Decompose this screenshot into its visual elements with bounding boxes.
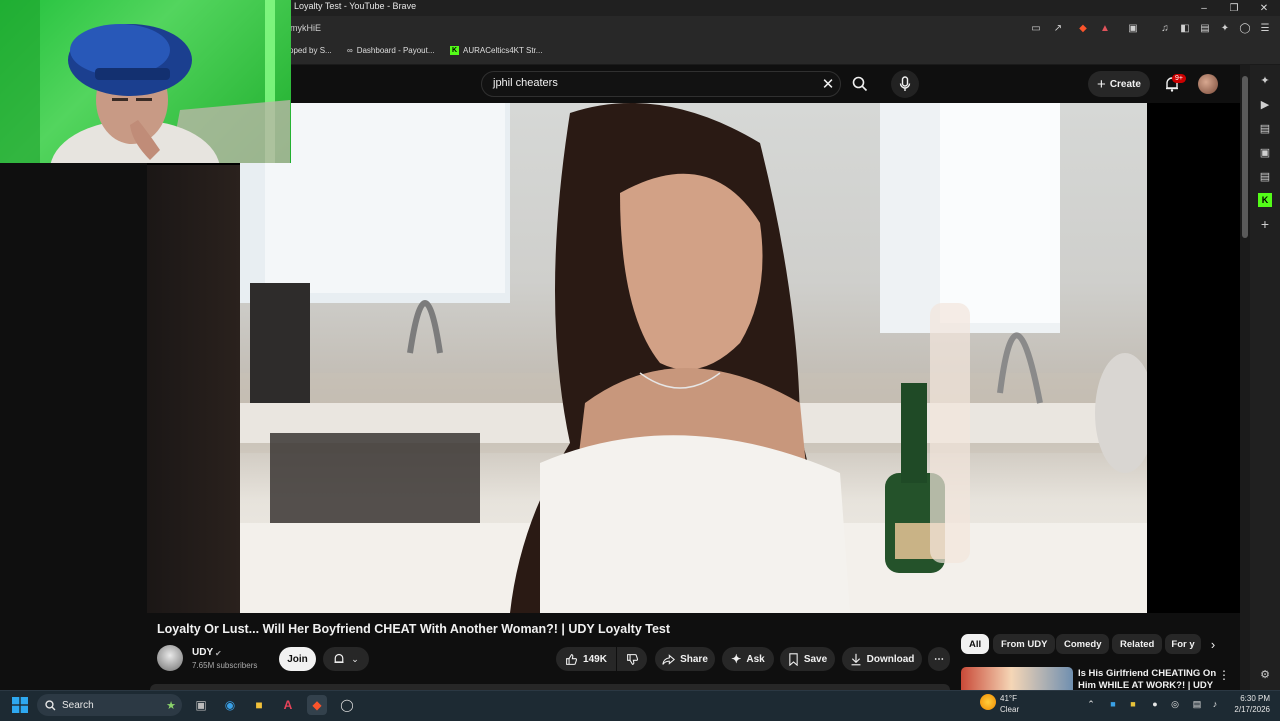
close-window-button[interactable]: ✕ bbox=[1250, 0, 1278, 16]
wallet-icon[interactable]: ▤ bbox=[1198, 21, 1212, 35]
restore-button[interactable]: ❐ bbox=[1220, 0, 1248, 16]
edge-icon[interactable]: ◉ bbox=[220, 695, 240, 715]
scrollbar-thumb[interactable] bbox=[1242, 76, 1248, 238]
chip-for-you[interactable]: For y bbox=[1165, 634, 1201, 654]
video-frame[interactable] bbox=[240, 103, 1147, 613]
webcam-overlay bbox=[0, 0, 291, 163]
weather-icon[interactable] bbox=[980, 694, 996, 710]
download-icon bbox=[851, 653, 861, 665]
microphone-tray-icon[interactable]: ● bbox=[1148, 697, 1162, 711]
subscriber-count: 7.65M subscribers bbox=[192, 661, 258, 670]
tray-app-icon[interactable]: ■ bbox=[1126, 697, 1140, 711]
ask-button[interactable]: ✦ Ask bbox=[722, 647, 774, 671]
adobe-icon[interactable]: A bbox=[278, 695, 298, 715]
address-bar-url[interactable]: mykHiE bbox=[290, 23, 321, 33]
thumbs-down-icon bbox=[626, 653, 638, 665]
file-explorer-icon[interactable]: ■ bbox=[249, 695, 269, 715]
sidebar-toggle-icon[interactable]: ◧ bbox=[1178, 21, 1192, 35]
volume-icon[interactable]: ♪ bbox=[1208, 697, 1222, 711]
recommendation-menu-icon[interactable]: ⋮ bbox=[1218, 668, 1230, 682]
obs-icon[interactable]: ◯ bbox=[337, 695, 357, 715]
video-title: Loyalty Or Lust... Will Her Boyfriend CH… bbox=[157, 622, 671, 636]
add-sidebar-item-icon[interactable]: + bbox=[1258, 216, 1272, 232]
leo-ai-icon[interactable]: ✦ bbox=[1218, 21, 1232, 35]
reading-list-icon[interactable]: ▤ bbox=[1258, 169, 1272, 183]
window-title: Loyalty Test - YouTube - Brave bbox=[294, 1, 417, 11]
share-page-icon[interactable]: ↗ bbox=[1051, 21, 1065, 35]
task-view-icon[interactable]: ▣ bbox=[191, 695, 211, 715]
media-sidebar-icon[interactable]: ▶ bbox=[1258, 97, 1272, 111]
channel-name[interactable]: UDY bbox=[192, 647, 213, 658]
tab-manager-icon[interactable]: ▣ bbox=[1126, 21, 1140, 35]
share-button[interactable]: Share bbox=[655, 647, 715, 671]
show-hidden-icons-icon[interactable]: ⌃ bbox=[1084, 697, 1098, 711]
bookmark-item[interactable]: ∞ Dashboard - Payout... bbox=[347, 46, 435, 55]
kick-sidebar-icon[interactable]: K bbox=[1258, 193, 1272, 207]
kick-logo-icon: K bbox=[450, 46, 459, 55]
subscription-bell-button[interactable]: ⌄ bbox=[323, 647, 369, 671]
vpn-icon[interactable]: ◯ bbox=[1238, 21, 1252, 35]
brave-taskbar-icon[interactable]: ◆ bbox=[307, 695, 327, 715]
bell-icon bbox=[334, 653, 344, 663]
join-button[interactable]: Join bbox=[279, 647, 316, 671]
taskbar-search-label: Search bbox=[62, 699, 94, 711]
dislike-button[interactable] bbox=[617, 647, 647, 671]
sidebar-settings-gear-icon[interactable]: ⚙ bbox=[1258, 667, 1272, 681]
thumbs-up-icon bbox=[566, 653, 578, 665]
network-icon[interactable]: ▤ bbox=[1190, 697, 1204, 711]
ambient-panel bbox=[147, 165, 240, 613]
download-button[interactable]: Download bbox=[842, 647, 922, 671]
search-highlight-icon: ★ bbox=[166, 699, 176, 712]
search-input-value[interactable]: jphil cheaters bbox=[493, 77, 558, 89]
bookmark-icon bbox=[789, 652, 798, 666]
chevron-right-icon[interactable]: › bbox=[1205, 636, 1221, 652]
chip-all[interactable]: All bbox=[961, 634, 990, 654]
cast-icon[interactable]: ▭ bbox=[1029, 21, 1043, 35]
bookmark-item[interactable]: K AURACeltics4KT Str... bbox=[450, 46, 542, 55]
more-actions-icon[interactable]: ⋯ bbox=[928, 647, 950, 671]
leo-sidebar-icon[interactable]: ✦ bbox=[1258, 73, 1272, 87]
weather-condition: Clear bbox=[1000, 705, 1020, 714]
brave-rewards-icon[interactable]: ▲ bbox=[1098, 21, 1112, 35]
clock-date[interactable]: 2/17/2026 bbox=[1226, 705, 1270, 714]
recommendation-title[interactable]: Is His Girlfriend CHEATING On Him WHILE … bbox=[1078, 668, 1218, 690]
video-scene-image bbox=[240, 103, 1147, 613]
taskbar-search[interactable]: Search ★ bbox=[37, 694, 182, 716]
save-button[interactable]: Save bbox=[780, 647, 835, 671]
channel-avatar[interactable] bbox=[157, 645, 183, 671]
tray-app-icon[interactable]: ◎ bbox=[1168, 697, 1182, 711]
recommendation-thumbnail[interactable] bbox=[961, 667, 1073, 690]
bookmark-item[interactable]: pped by S... bbox=[289, 46, 332, 55]
chip-comedy[interactable]: Comedy bbox=[1056, 634, 1110, 654]
chip-related[interactable]: Related bbox=[1112, 634, 1163, 654]
weather-temperature: 41°F bbox=[1000, 694, 1017, 703]
link-icon: ∞ bbox=[347, 46, 353, 55]
search-icon bbox=[45, 699, 56, 710]
clock-time[interactable]: 6:30 PM bbox=[1236, 694, 1270, 703]
tray-app-icon[interactable]: ■ bbox=[1106, 697, 1120, 711]
minimize-button[interactable]: – bbox=[1190, 0, 1218, 16]
verified-badge-icon: ✔ bbox=[215, 649, 222, 658]
windows-start-icon[interactable] bbox=[12, 697, 28, 713]
sparkle-icon: ✦ bbox=[731, 652, 742, 666]
clear-search-icon[interactable]: ✕ bbox=[819, 74, 837, 94]
microphone-icon[interactable] bbox=[891, 70, 919, 98]
menu-icon[interactable]: ☰ bbox=[1258, 21, 1272, 35]
chevron-down-icon: ⌄ bbox=[351, 653, 359, 664]
search-icon[interactable] bbox=[847, 71, 873, 97]
create-button[interactable]: + Create bbox=[1088, 71, 1150, 97]
media-control-icon[interactable]: ♫ bbox=[1158, 21, 1172, 35]
plus-icon: + bbox=[1097, 75, 1106, 93]
share-arrow-icon bbox=[662, 653, 676, 665]
bookmarks-sidebar-icon[interactable]: ▣ bbox=[1258, 145, 1272, 159]
streamer-webcam-image bbox=[0, 0, 290, 163]
account-avatar[interactable] bbox=[1198, 74, 1218, 94]
chip-from-channel[interactable]: From UDY bbox=[993, 634, 1056, 654]
like-button[interactable]: 149K bbox=[556, 647, 616, 671]
brave-shields-icon[interactable]: ◆ bbox=[1076, 21, 1090, 35]
wallet-sidebar-icon[interactable]: ▤ bbox=[1258, 121, 1272, 135]
notification-badge: 9+ bbox=[1172, 74, 1186, 83]
